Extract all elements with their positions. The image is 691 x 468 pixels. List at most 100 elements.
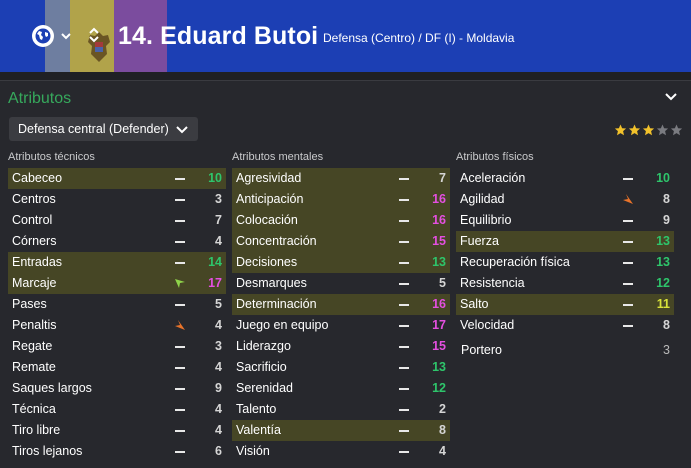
attribute-row[interactable]: Tiro libre 4 <box>8 420 226 441</box>
dash-marker <box>623 241 633 243</box>
attribute-label: Determinación <box>236 297 317 311</box>
attribute-row[interactable]: Sacrificio 13 <box>232 357 450 378</box>
goalkeeper-row[interactable]: Portero 3 <box>456 336 674 362</box>
attribute-row[interactable]: Concentración 15 <box>232 231 450 252</box>
attribute-value: 5 <box>215 297 222 311</box>
attributes-panel: Atributos Defensa central (Defender) Atr… <box>0 80 691 468</box>
column-title: Atributos técnicos <box>8 151 95 163</box>
attribute-row[interactable]: Fuerza 13 <box>456 231 674 252</box>
physical-attributes-column: Atributos físicos Aceleración 10 Agilidad 8… <box>456 151 674 362</box>
attribute-value: 15 <box>432 234 446 248</box>
attribute-value: 4 <box>215 402 222 416</box>
attribute-row[interactable]: Remate 4 <box>8 357 226 378</box>
attribute-row[interactable]: Tiros lejanos 6 <box>8 441 226 462</box>
attribute-value: 10 <box>656 171 670 185</box>
attribute-row[interactable]: Entradas 14 <box>8 252 226 273</box>
attribute-row[interactable]: Anticipación 16 <box>232 189 450 210</box>
attribute-row[interactable]: Salto 11 <box>456 294 674 315</box>
attribute-row[interactable]: Liderazgo 15 <box>232 336 450 357</box>
attribute-row[interactable]: Pases 5 <box>8 294 226 315</box>
attribute-label: Tiros lejanos <box>12 444 83 458</box>
attribute-row[interactable]: Control 7 <box>8 210 226 231</box>
sort-icon[interactable] <box>88 26 100 44</box>
attribute-value: 14 <box>208 255 222 269</box>
chevron-down-icon[interactable] <box>60 30 72 42</box>
collapse-chevron-icon[interactable] <box>664 92 678 102</box>
attribute-row[interactable]: Recuperación física 13 <box>456 252 674 273</box>
dash-marker <box>399 241 409 243</box>
attribute-label: Agresividad <box>236 171 302 185</box>
attribute-row[interactable]: Decisiones 13 <box>232 252 450 273</box>
star-filled-icon <box>642 124 655 136</box>
attribute-value: 4 <box>215 423 222 437</box>
dash-marker <box>623 304 633 306</box>
attribute-row[interactable]: Cabeceo 10 <box>8 168 226 189</box>
dash-marker <box>399 178 409 180</box>
attribute-row[interactable]: Valentía 8 <box>232 420 450 441</box>
chevron-down-icon <box>176 126 188 134</box>
attribute-value: 4 <box>215 234 222 248</box>
dash-marker <box>399 388 409 390</box>
attribute-label: Agilidad <box>460 192 505 206</box>
attribute-label: Entradas <box>12 255 63 269</box>
attribute-row[interactable]: Resistencia 12 <box>456 273 674 294</box>
attribute-label: Salto <box>460 297 489 311</box>
attribute-row[interactable]: Penaltis 4 <box>8 315 226 336</box>
attribute-row[interactable]: Regate 3 <box>8 336 226 357</box>
attribute-row[interactable]: Centros 3 <box>8 189 226 210</box>
attribute-row[interactable]: Determinación 16 <box>232 294 450 315</box>
attribute-label: Juego en equipo <box>236 318 329 332</box>
attribute-row[interactable]: Colocación 16 <box>232 210 450 231</box>
trend-up-arrow-icon <box>175 279 185 288</box>
attribute-value: 7 <box>215 213 222 227</box>
attribute-row[interactable]: Desmarques 5 <box>232 273 450 294</box>
star-filled-icon <box>628 124 641 136</box>
dash-marker <box>623 325 633 327</box>
attribute-label: Saques largos <box>12 381 92 395</box>
attribute-label: Liderazgo <box>236 339 291 353</box>
attribute-label: Velocidad <box>460 318 515 332</box>
globe-icon[interactable] <box>32 25 54 47</box>
attribute-label: Pases <box>12 297 47 311</box>
dash-marker <box>175 262 185 264</box>
trend-down-arrow-icon <box>623 194 633 204</box>
attribute-label: Colocación <box>236 213 298 227</box>
dash-marker <box>399 430 409 432</box>
attribute-value: 6 <box>215 444 222 458</box>
dash-marker <box>623 283 633 285</box>
attribute-label: Desmarques <box>236 276 307 290</box>
attribute-value: 13 <box>656 255 670 269</box>
attribute-row[interactable]: Córners 4 <box>8 231 226 252</box>
attribute-row[interactable]: Velocidad 8 <box>456 315 674 336</box>
star-filled-icon <box>614 124 627 136</box>
column-title: Atributos mentales <box>232 151 324 163</box>
attribute-row[interactable]: Juego en equipo 17 <box>232 315 450 336</box>
attribute-row[interactable]: Serenidad 12 <box>232 378 450 399</box>
attribute-label: Técnica <box>12 402 56 416</box>
dash-marker <box>623 220 633 222</box>
dash-marker <box>175 409 185 411</box>
attribute-row[interactable]: Talento 2 <box>232 399 450 420</box>
attribute-value: 16 <box>432 297 446 311</box>
attribute-value: 8 <box>663 192 670 206</box>
attribute-row[interactable]: Saques largos 9 <box>8 378 226 399</box>
attribute-row[interactable]: Equilibrio 9 <box>456 210 674 231</box>
attribute-label: Aceleración <box>460 171 526 185</box>
attribute-value: 5 <box>439 276 446 290</box>
attribute-label: Resistencia <box>460 276 525 290</box>
attribute-row[interactable]: Marcaje 17 <box>8 273 226 294</box>
role-dropdown[interactable]: Defensa central (Defender) <box>9 117 198 141</box>
attribute-value: 4 <box>215 318 222 332</box>
attribute-row[interactable]: Aceleración 10 <box>456 168 674 189</box>
attribute-label: Centros <box>12 192 56 206</box>
attribute-label: Cabeceo <box>12 171 63 185</box>
attribute-row[interactable]: Agresividad 7 <box>232 168 450 189</box>
attribute-value: 16 <box>432 213 446 227</box>
attribute-row[interactable]: Agilidad 8 <box>456 189 674 210</box>
attribute-label: Equilibrio <box>460 213 512 227</box>
attribute-row[interactable]: Técnica 4 <box>8 399 226 420</box>
star-empty-icon <box>656 124 669 136</box>
attribute-row[interactable]: Visión 4 <box>232 441 450 462</box>
dash-marker <box>399 262 409 264</box>
attribute-value: 13 <box>656 234 670 248</box>
